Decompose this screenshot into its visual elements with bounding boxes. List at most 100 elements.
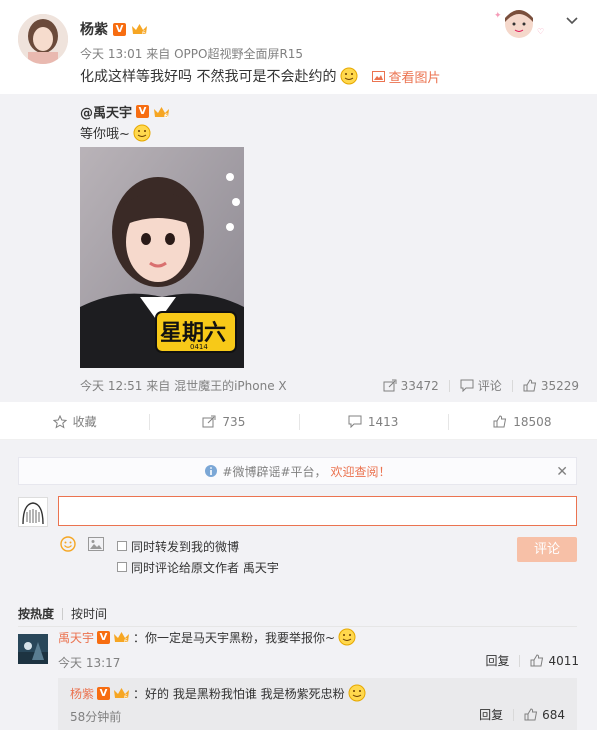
submit-comment-button[interactable]: 评论 [517, 537, 577, 562]
vip-crown-icon: 6 [154, 106, 170, 119]
verified-icon: V [97, 686, 111, 700]
view-image-link[interactable]: 查看图片 [372, 67, 440, 86]
comment-reply-block: 杨紫 V 6 ：好的 我是黑粉我怕谁 我是杨紫死忠粉 58分钟前 回复 684 [58, 678, 577, 730]
smile-emoji-icon [133, 124, 151, 141]
thumbs-up-icon [523, 379, 536, 392]
verified-icon: V [97, 630, 111, 644]
favorite-label: 收藏 [72, 415, 97, 429]
stat-separator [513, 708, 515, 721]
smile-emoji-icon [338, 628, 356, 646]
comment-count: 1413 [367, 414, 399, 429]
retweet-comment-label: 评论 [477, 379, 502, 393]
comment-icon [348, 415, 362, 428]
view-image-label: 查看图片 [388, 70, 441, 86]
decorative-avatar-sticker: ✦ ♡ [492, 6, 546, 40]
rumor-notice: #微博辟谣#平台， 欢迎查阅！ ✕ [18, 457, 577, 485]
emoji-picker-icon[interactable] [60, 536, 76, 552]
comment-line: 禹天宇 V 6 ：你一定是马天宇黑粉，我要举报你~ [58, 628, 356, 646]
reply-actions: 回复 684 [479, 706, 565, 723]
reply-author[interactable]: 杨紫 [70, 685, 94, 702]
close-icon[interactable]: ✕ [556, 464, 568, 480]
comment-to-original-checkbox[interactable] [117, 562, 127, 572]
retweet-text: 等你哦~ [80, 123, 151, 142]
comment-like-button[interactable]: 4011 [530, 654, 579, 668]
retweet-stats: 33472 评论 35229 [383, 377, 579, 394]
vip-crown-icon: 6 [114, 688, 130, 700]
divider [18, 626, 577, 627]
author-name[interactable]: 杨紫 [80, 19, 108, 39]
comment-icon [460, 379, 474, 392]
smile-emoji-icon [340, 67, 358, 85]
svg-text:♡: ♡ [537, 27, 544, 36]
author-avatar[interactable] [18, 14, 68, 64]
repost-to-my-weibo-checkbox[interactable] [117, 541, 127, 551]
retweet-repost-button[interactable]: 33472 [383, 379, 439, 393]
repost-to-my-weibo-label: 同时转发到我的微博 [131, 540, 240, 554]
author-row: 杨紫 V 6 [80, 19, 148, 39]
reply-like-button[interactable]: 684 [524, 708, 565, 722]
tab-separator [62, 607, 64, 620]
comment-button[interactable]: 1413 [298, 404, 448, 446]
favorite-button[interactable]: 收藏 [0, 404, 149, 439]
vip-crown-icon: 6 [114, 632, 130, 644]
star-icon [52, 414, 67, 429]
tab-sort-by-hot[interactable]: 按热度 [18, 605, 54, 622]
retweet-repost-count: 33472 [400, 378, 439, 393]
reply-line: 杨紫 V 6 ：好的 我是黑粉我怕谁 我是杨紫死忠粉 [70, 684, 366, 702]
repost-button[interactable]: 735 [149, 404, 298, 439]
post-meta: 今天 13:01 来自 OPPO超视野全面屏R15 [80, 45, 303, 62]
insert-image-icon[interactable] [88, 537, 104, 551]
stat-separator [448, 379, 450, 392]
svg-text:6: 6 [124, 694, 128, 700]
notice-text: #微博辟谣#平台， [222, 464, 327, 479]
commenter-avatar[interactable] [18, 634, 48, 664]
commenter-name[interactable]: 禹天宇 [58, 629, 94, 646]
retweet-box: @禹天宇 V 6 等你哦~ 星期六 0414 今天 12:51 来自 混世魔王的… [0, 94, 597, 402]
verified-icon: V [136, 105, 150, 118]
verified-icon: V [113, 22, 126, 36]
tab-sort-by-time[interactable]: 按时间 [71, 605, 107, 622]
post-text-body: 化成这样等我好吗 不然我可是不会赴约的 [80, 69, 337, 85]
retweet-author[interactable]: @禹天宇 [80, 102, 132, 121]
comment-area: #微博辟谣#平台， 欢迎查阅！ ✕ 同时转发到我的微博 同时评论给原文作者 禹天宇… [0, 440, 597, 730]
post-source[interactable]: OPPO超视野全面屏R15 [174, 47, 303, 61]
retweet-like-count: 35229 [540, 378, 579, 393]
like-count: 18508 [513, 414, 552, 429]
thumbs-up-icon [530, 654, 544, 667]
comment-time: 今天 13:17 [58, 656, 121, 670]
thumbs-up-icon [493, 415, 507, 428]
reply-time: 58分钟前 [70, 710, 122, 724]
repost-icon [202, 415, 216, 428]
stat-separator [511, 379, 513, 392]
chevron-down-icon[interactable] [565, 15, 579, 27]
retweet-like-button[interactable]: 35229 [523, 379, 579, 393]
source-prefix: 来自 [146, 47, 171, 61]
retweet-time[interactable]: 今天 12:51 [80, 379, 142, 393]
retweet-photo[interactable]: 星期六 0414 [80, 147, 244, 368]
post-time[interactable]: 今天 13:01 [80, 47, 142, 61]
comment-reply-button[interactable]: 回复 [485, 652, 509, 669]
stat-separator [519, 654, 521, 667]
vip-crown-icon: 6 [132, 24, 147, 36]
reply-text: ：好的 我是黑粉我怕谁 我是杨紫死忠粉 [133, 686, 345, 701]
reply-reply-button[interactable]: 回复 [479, 706, 503, 723]
like-button[interactable]: 18508 [447, 404, 597, 439]
info-icon [205, 465, 218, 477]
current-user-avatar[interactable] [18, 497, 48, 527]
retweet-source[interactable]: 混世魔王的iPhone X [174, 379, 287, 393]
comment-input[interactable] [58, 496, 577, 526]
reply-like-count: 684 [542, 707, 565, 722]
repost-count: 735 [222, 414, 246, 429]
comment-like-count: 4011 [548, 653, 579, 668]
notice-link[interactable]: 欢迎查阅！ [331, 463, 391, 480]
comment-text: ：你一定是马天宇黑粉，我要举报你~ [133, 630, 336, 645]
source-prefix: 来自 [146, 379, 171, 393]
retweet-comment-button[interactable]: 评论 [460, 377, 502, 394]
retweet-author-row: @禹天宇 V 6 [80, 102, 170, 121]
smile-emoji-icon [348, 684, 366, 702]
svg-text:6: 6 [142, 30, 146, 36]
svg-text:6: 6 [124, 638, 128, 644]
photo-date: 0414 [190, 343, 208, 351]
post-action-bar: 收藏 735 1413 18508 [0, 404, 597, 446]
post-text: 化成这样等我好吗 不然我可是不会赴约的 查看图片 [80, 66, 440, 86]
